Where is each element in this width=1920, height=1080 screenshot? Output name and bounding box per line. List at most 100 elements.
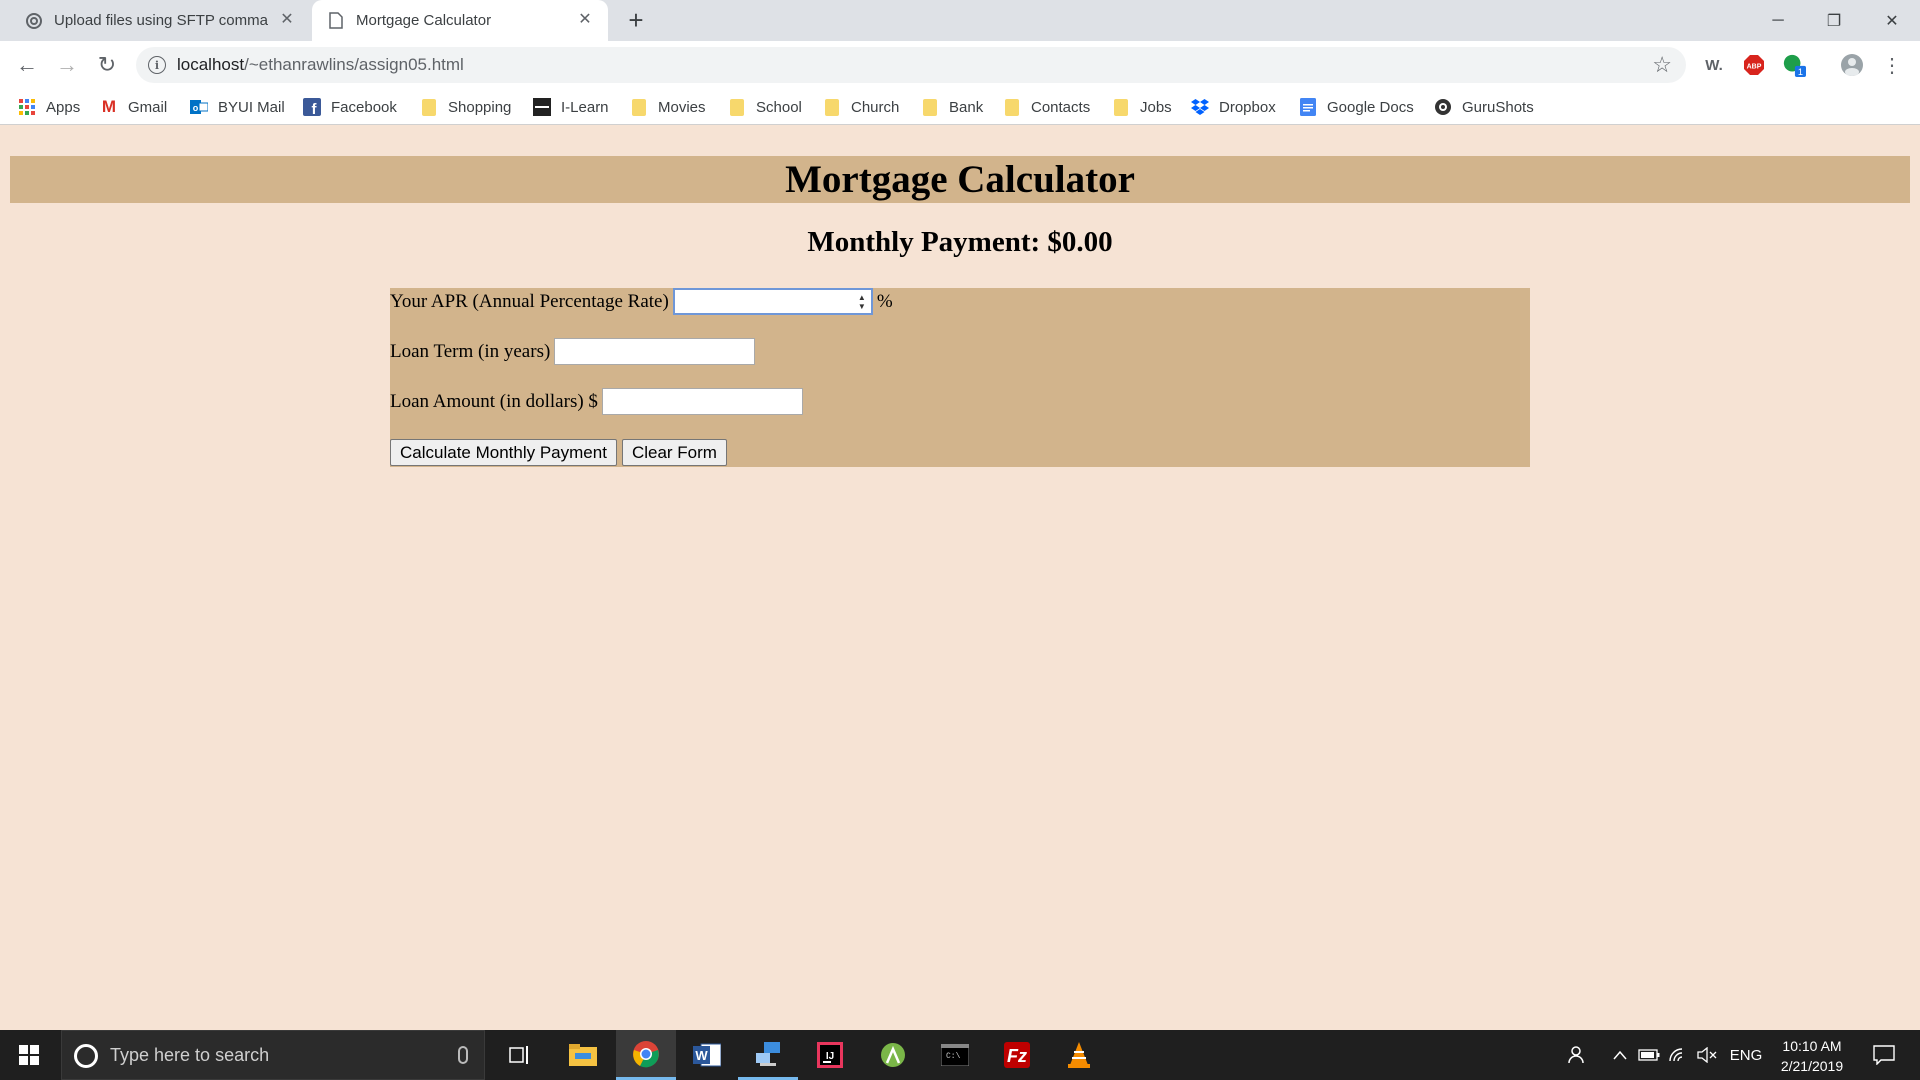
apr-input[interactable]: ▲ ▼ <box>672 288 873 315</box>
bookmark-contacts[interactable]: Contacts <box>1003 96 1090 118</box>
apr-row: Your APR (Annual Percentage Rate) ▲ ▼ % <box>390 288 893 315</box>
folder-icon <box>630 98 648 116</box>
adblock-plus-icon[interactable]: ABP <box>1742 53 1766 77</box>
mortgage-form: Your APR (Annual Percentage Rate) ▲ ▼ % L… <box>390 288 1530 467</box>
tab-mortgage-calculator[interactable]: Mortgage Calculator ✕ <box>312 0 608 41</box>
gmail-icon: M <box>101 97 117 116</box>
page-content: Mortgage Calculator Monthly Payment: $0.… <box>0 126 1920 1030</box>
close-tab-icon[interactable]: ✕ <box>278 11 296 29</box>
tab-title: Upload files using SFTP comman <box>54 12 269 29</box>
bookmark-label: Facebook <box>331 98 397 116</box>
restore-button[interactable]: ❐ <box>1806 0 1862 41</box>
notifications-icon[interactable] <box>1864 1030 1904 1080</box>
minimize-button[interactable]: ─ <box>1750 0 1806 41</box>
windows-start-button[interactable] <box>0 1030 58 1080</box>
address-bar[interactable]: i localhost/~ethanrawlins/assign05.html … <box>136 47 1686 83</box>
bookmark-church[interactable]: Church <box>823 96 899 118</box>
profile-avatar[interactable] <box>1840 53 1864 77</box>
bookmark-bank[interactable]: Bank <box>921 96 983 118</box>
battery-icon[interactable] <box>1636 1030 1662 1080</box>
language-indicator[interactable]: ENG <box>1726 1030 1766 1080</box>
filezilla-icon[interactable]: Fz <box>987 1030 1047 1080</box>
bookmark-label: Shopping <box>448 98 512 116</box>
bookmark-dropbox[interactable]: Dropbox <box>1191 96 1276 118</box>
people-icon[interactable] <box>1563 1030 1593 1080</box>
taskbar-clock[interactable]: 10:10 AM 2/21/2019 <box>1770 1036 1854 1076</box>
byu-icon <box>533 98 551 116</box>
bookmark-gurushots[interactable]: GuruShots <box>1434 96 1534 118</box>
google-docs-icon <box>1299 98 1317 116</box>
button-row: Calculate Monthly Payment Clear Form <box>390 439 732 466</box>
loan-term-input[interactable] <box>554 338 756 365</box>
bookmark-i-learn[interactable]: I-Learn <box>533 96 609 118</box>
cortana-icon <box>74 1044 98 1068</box>
bookmark-label: Apps <box>46 98 81 116</box>
file-explorer-icon[interactable] <box>553 1030 613 1080</box>
taskbar-search-box[interactable]: Type here to search <box>61 1030 485 1080</box>
menu-dots-icon[interactable]: ⋮ <box>1880 53 1904 77</box>
bookmark-byui-mail[interactable]: o BYUI Mail <box>190 96 285 118</box>
bookmark-label: BYUI Mail <box>218 98 285 116</box>
page-title: Mortgage Calculator <box>785 158 1135 201</box>
page-icon <box>326 11 346 31</box>
terminal-icon[interactable]: C:\ <box>925 1030 985 1080</box>
bookmark-label: School <box>756 98 802 116</box>
bookmark-shopping[interactable]: Shopping <box>420 96 511 118</box>
folder-icon <box>921 98 939 116</box>
new-tab-button[interactable]: + <box>622 6 650 34</box>
gurushots-icon <box>1434 98 1452 116</box>
svg-text:IJ: IJ <box>826 1051 834 1062</box>
chrome-taskbar-icon[interactable] <box>616 1030 676 1080</box>
bookmark-google-docs[interactable]: Google Docs <box>1299 96 1414 118</box>
back-arrow-icon[interactable]: ← <box>12 50 42 80</box>
spinner-arrows-icon[interactable]: ▲ ▼ <box>856 293 868 311</box>
apps-grid-icon <box>18 98 36 116</box>
wifi-icon[interactable] <box>1665 1030 1691 1080</box>
calculate-payment-button[interactable]: Calculate Monthly Payment <box>390 439 617 466</box>
microphone-icon[interactable] <box>458 1046 468 1064</box>
w-extension-icon[interactable]: W. <box>1702 53 1726 77</box>
bookmark-label: I-Learn <box>561 98 609 116</box>
bookmark-label: Jobs <box>1140 98 1172 116</box>
network-app-icon[interactable] <box>738 1030 798 1080</box>
bookmark-label: Google Docs <box>1327 98 1414 116</box>
bookmark-gmail[interactable]: M Gmail <box>100 96 167 118</box>
reload-icon[interactable]: ↻ <box>92 50 122 80</box>
bookmark-facebook[interactable]: f Facebook <box>303 96 397 118</box>
bookmark-label: Gmail <box>128 98 168 116</box>
chrome-loading-icon <box>24 11 44 31</box>
chevron-up-icon[interactable] <box>1608 1030 1632 1080</box>
close-tab-icon[interactable]: ✕ <box>576 11 594 29</box>
term-label: Loan Term (in years) <box>390 340 551 362</box>
bookmark-apps[interactable]: Apps <box>18 96 80 118</box>
bookmark-label: Bank <box>949 98 984 116</box>
word-icon[interactable]: W <box>677 1030 737 1080</box>
amount-row: Loan Amount (in dollars) $ <box>390 388 807 415</box>
bookmark-school[interactable]: School <box>728 96 802 118</box>
close-window-button[interactable]: ✕ <box>1864 0 1920 41</box>
amount-label: Loan Amount (in dollars) $ <box>390 390 598 412</box>
folder-icon <box>728 98 746 116</box>
bookmark-movies[interactable]: Movies <box>630 96 706 118</box>
svg-text:ABP: ABP <box>1747 64 1762 71</box>
folder-icon <box>1112 98 1130 116</box>
svg-text:C:\: C:\ <box>946 1052 961 1061</box>
tab-sftp[interactable]: Upload files using SFTP comman ✕ <box>0 0 310 41</box>
android-studio-icon[interactable] <box>863 1030 923 1080</box>
bookmark-jobs[interactable]: Jobs <box>1112 96 1172 118</box>
forward-arrow-icon[interactable]: → <box>52 50 82 80</box>
bookmark-star-icon[interactable]: ☆ <box>1652 52 1672 78</box>
svg-text:W: W <box>695 1048 708 1063</box>
url-text[interactable]: localhost/~ethanrawlins/assign05.html <box>177 55 464 75</box>
chat-extension-icon[interactable]: 1 <box>1782 53 1806 77</box>
bookmark-label: GuruShots <box>1462 98 1534 116</box>
intellij-icon[interactable]: IJ <box>800 1030 860 1080</box>
clear-form-button[interactable]: Clear Form <box>621 439 727 466</box>
tab-title: Mortgage Calculator <box>356 12 492 29</box>
vlc-icon[interactable] <box>1049 1030 1109 1080</box>
loan-amount-input[interactable] <box>601 388 803 415</box>
task-view-icon[interactable] <box>490 1030 550 1080</box>
volume-muted-icon[interactable] <box>1694 1030 1720 1080</box>
info-icon[interactable]: i <box>148 56 166 74</box>
folder-icon <box>1003 98 1021 116</box>
